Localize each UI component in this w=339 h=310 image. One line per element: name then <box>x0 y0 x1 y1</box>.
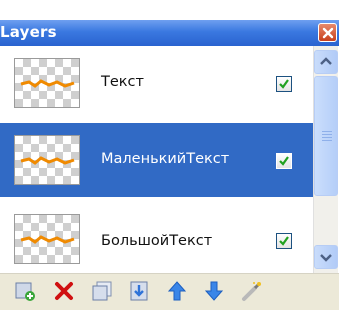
checkmark-icon <box>279 236 289 246</box>
layer-visibility-checkbox[interactable] <box>276 76 292 92</box>
layer-thumbnail <box>14 214 80 264</box>
layer-row-selected[interactable]: МаленькийТекст <box>0 123 313 197</box>
add-layer-button[interactable] <box>14 280 36 302</box>
layer-properties-icon <box>242 282 261 301</box>
layer-name: Текст <box>101 74 144 90</box>
layer-visibility-checkbox[interactable] <box>276 153 292 169</box>
merge-layer-down-icon <box>130 281 148 301</box>
move-layer-down-icon <box>204 281 224 301</box>
merge-layer-down-button[interactable] <box>129 280 151 302</box>
close-icon <box>322 27 334 39</box>
chevron-down-icon <box>320 254 332 262</box>
layer-toolbar <box>0 273 339 310</box>
duplicate-layer-button[interactable] <box>91 280 113 302</box>
layer-list: Текст МаленькийТекст БольшойТекст <box>0 46 339 273</box>
checkmark-icon <box>279 79 289 89</box>
add-layer-icon <box>15 282 35 301</box>
title-bar[interactable]: Layers <box>0 20 339 46</box>
delete-layer-button[interactable] <box>53 280 75 302</box>
duplicate-layer-icon <box>92 281 112 301</box>
delete-layer-icon <box>55 282 73 300</box>
layer-row[interactable]: Текст <box>0 46 313 120</box>
layer-thumbnail <box>14 58 80 108</box>
layer-name: БольшойТекст <box>101 233 213 249</box>
scroll-down-button[interactable] <box>314 245 338 269</box>
layer-thumbnail <box>14 135 80 185</box>
window-title: Layers <box>0 23 57 41</box>
layer-row[interactable]: БольшойТекст <box>0 201 313 275</box>
layer-properties-button[interactable] <box>240 280 262 302</box>
layers-window: Layers Текст МаленькийТекст БольшойТекст <box>0 0 339 310</box>
scroll-up-button[interactable] <box>314 50 338 74</box>
layer-visibility-checkbox[interactable] <box>276 233 292 249</box>
move-layer-down-button[interactable] <box>203 280 225 302</box>
move-layer-up-button[interactable] <box>166 280 188 302</box>
close-button[interactable] <box>318 23 337 42</box>
vertical-scrollbar[interactable] <box>313 46 338 273</box>
move-layer-up-icon <box>167 281 187 301</box>
chevron-up-icon <box>320 57 332 65</box>
layer-name: МаленькийТекст <box>101 151 230 167</box>
checkmark-icon <box>279 156 289 166</box>
scrollbar-thumb[interactable] <box>314 76 338 196</box>
